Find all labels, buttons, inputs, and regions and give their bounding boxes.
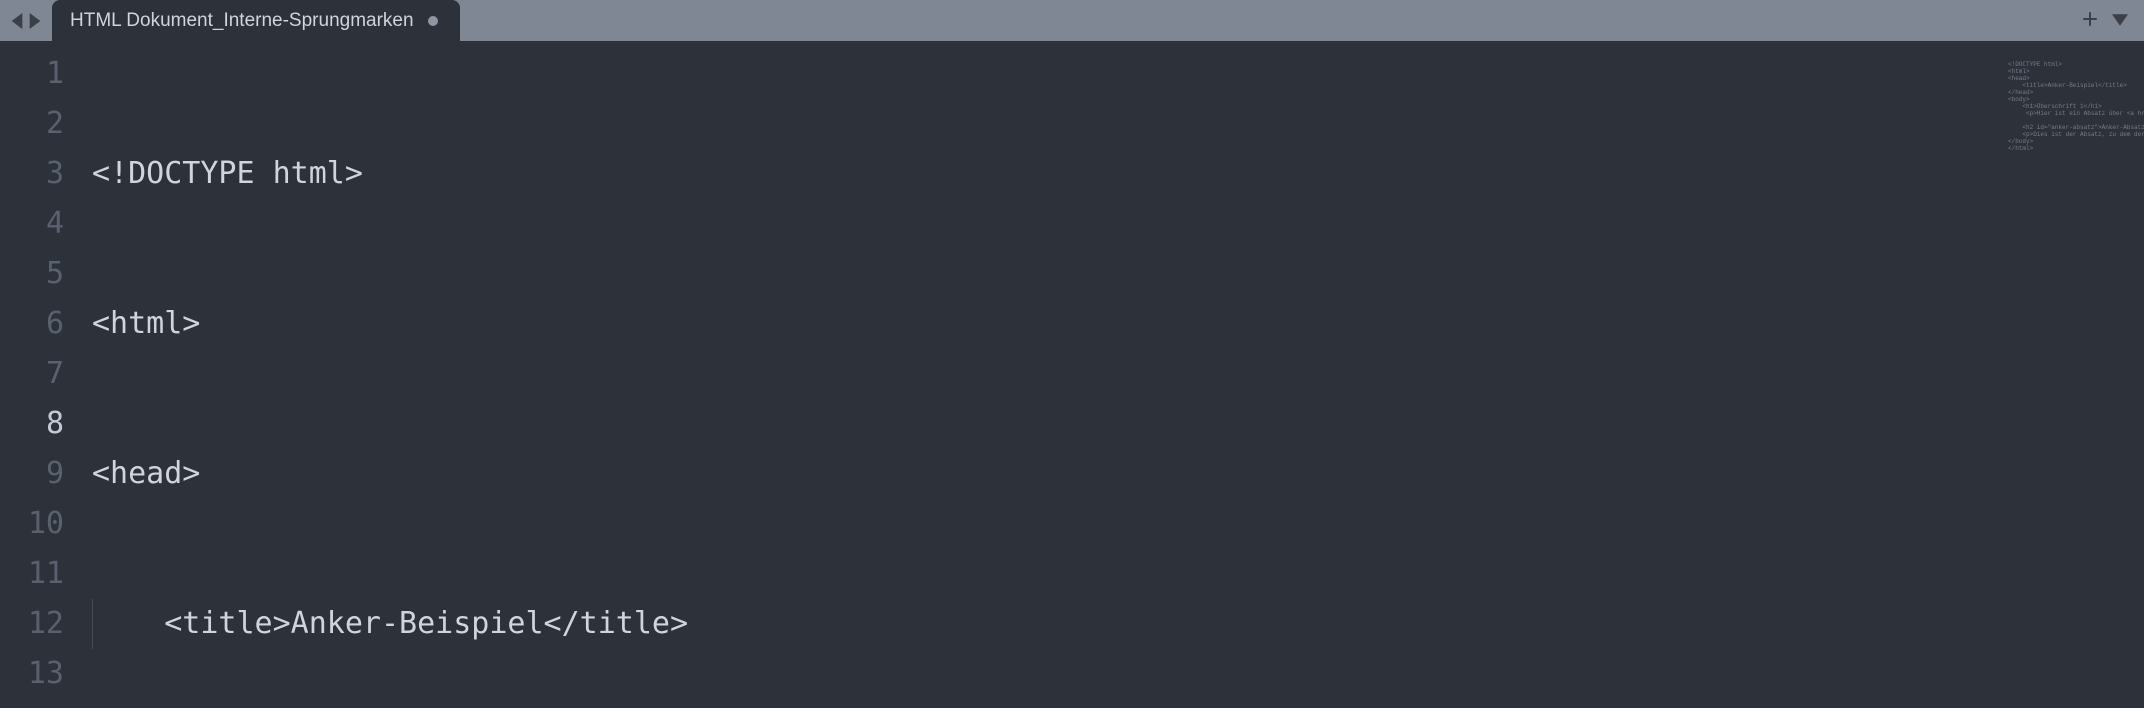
line-number[interactable]: 13 [0, 649, 82, 699]
tab-menu-icon[interactable] [2112, 11, 2128, 30]
line-number[interactable]: 9 [0, 449, 82, 499]
line-number[interactable]: 3 [0, 149, 82, 199]
line-number[interactable]: 2 [0, 99, 82, 149]
tabbar-right-controls [2066, 0, 2144, 41]
nav-back-icon[interactable] [10, 13, 24, 29]
tab-history-nav [0, 0, 52, 41]
line-number[interactable]: 10 [0, 499, 82, 549]
code-line: <head> [82, 449, 2144, 499]
code-area[interactable]: <!DOCTYPE html> <html> <head> <title>Ank… [82, 41, 2144, 708]
tabbar-spacer [460, 0, 2066, 41]
tab-title: HTML Dokument_Interne-Sprungmarken [70, 10, 414, 32]
tab-active[interactable]: HTML Dokument_Interne-Sprungmarken [52, 0, 460, 41]
line-number[interactable]: 5 [0, 249, 82, 299]
line-number[interactable]: 11 [0, 549, 82, 599]
code-line: <html> [82, 299, 2144, 349]
line-number[interactable]: 8 [0, 399, 82, 449]
code-line: <!DOCTYPE html> [82, 149, 2144, 199]
gutter: 1 2 3 4 5 6 7 8 9 10 11 12 13 [0, 41, 82, 708]
line-number[interactable]: 12 [0, 599, 82, 649]
code-line: <title>Anker-Beispiel</title> [82, 599, 2144, 649]
nav-forward-icon[interactable] [28, 13, 42, 29]
line-number[interactable]: 4 [0, 199, 82, 249]
line-number[interactable]: 1 [0, 49, 82, 99]
dirty-indicator-icon [428, 16, 438, 26]
editor: 1 2 3 4 5 6 7 8 9 10 11 12 13 <!DOCTYPE … [0, 41, 2144, 708]
line-number[interactable]: 6 [0, 299, 82, 349]
tab-bar: HTML Dokument_Interne-Sprungmarken [0, 0, 2144, 41]
new-tab-icon[interactable] [2082, 11, 2098, 31]
line-number[interactable]: 7 [0, 349, 82, 399]
